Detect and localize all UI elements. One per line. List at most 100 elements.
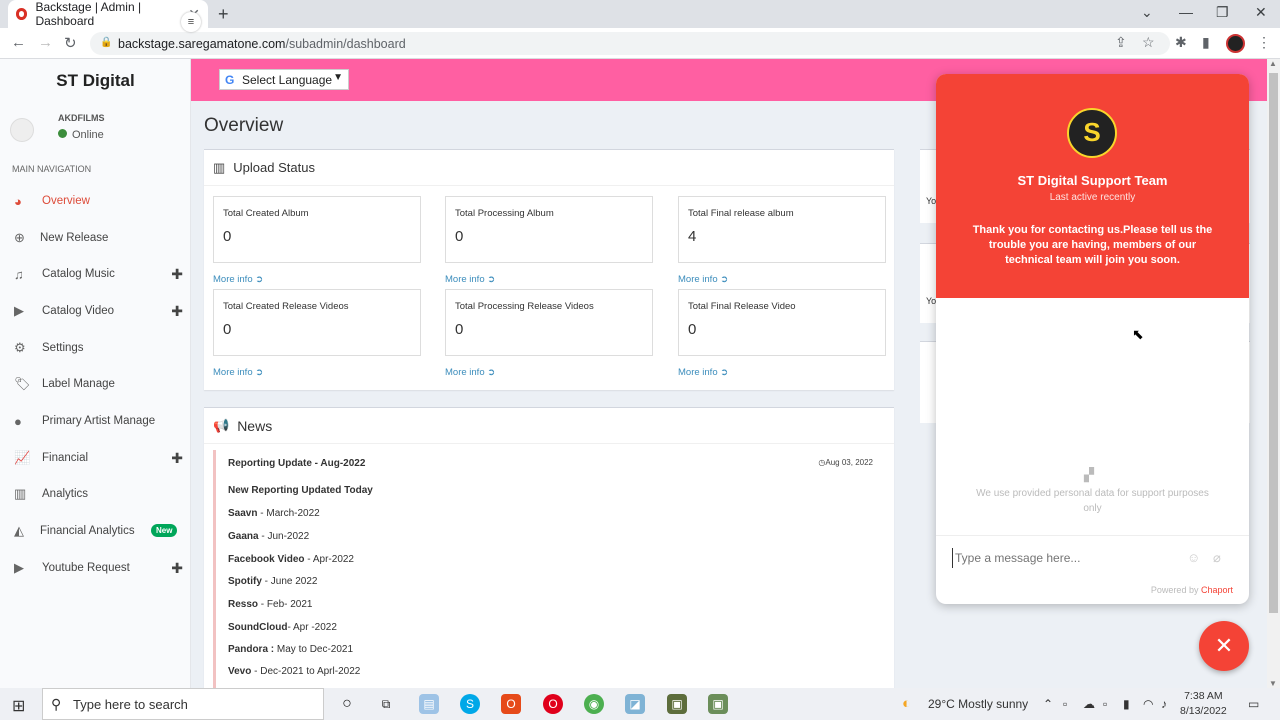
tray-app-icon[interactable]: ▫: [1103, 697, 1107, 711]
sidebar-item-overview[interactable]: ◕ Overview: [0, 184, 191, 218]
language-select[interactable]: G Select Language ▼: [219, 69, 349, 90]
expand-plus-icon[interactable]: ✚: [171, 303, 183, 320]
new-tab-icon[interactable]: +: [218, 4, 229, 25]
maximize-icon[interactable]: ❐: [1216, 4, 1229, 21]
music-icon: ♫: [14, 266, 24, 282]
task-view-icon[interactable]: ⧉: [376, 694, 396, 714]
extensions-icon[interactable]: ✱: [1175, 34, 1187, 51]
scroll-up-icon[interactable]: ▲: [1269, 59, 1277, 68]
more-info-link[interactable]: More info ➲: [213, 367, 263, 378]
news-platform: Facebook Video: [228, 554, 305, 565]
bullhorn-icon: 📢: [213, 417, 230, 433]
back-icon[interactable]: ←: [11, 34, 26, 51]
news-title: News: [237, 417, 273, 434]
stat-label: Total Processing Release Videos: [455, 301, 594, 312]
sidebar-item-financial[interactable]: 📈 Financial ✚: [0, 441, 191, 475]
news-line: Facebook Video - Apr-2022: [228, 554, 354, 565]
sidebar-item-label: Youtube Request: [42, 562, 130, 574]
news-separator: -: [261, 576, 271, 587]
volume-icon[interactable]: ♪: [1161, 697, 1167, 711]
sidebar-item-catalog-video[interactable]: ▶ Catalog Video ✚: [0, 294, 191, 328]
bar-chart-icon: ▥: [14, 486, 27, 501]
url-path: /subadmin/dashboard: [285, 37, 406, 51]
tab-search-icon[interactable]: ⌄: [1141, 4, 1153, 21]
reload-icon[interactable]: ↻: [64, 34, 77, 52]
tray-chevron-icon[interactable]: ⌃: [1043, 697, 1053, 711]
app-icon[interactable]: ▣: [667, 694, 687, 714]
news-platform: Gaana: [228, 531, 259, 542]
wifi-icon[interactable]: ◠: [1143, 697, 1153, 711]
upload-status-header: ▥ Upload Status: [204, 150, 894, 186]
sidebar-item-label-manage[interactable]: 🏷 Label Manage: [0, 367, 191, 401]
skype-icon[interactable]: S: [460, 694, 480, 714]
news-period: May to Dec-2021: [276, 644, 354, 655]
page-title: Overview: [204, 115, 284, 136]
cortana-icon[interactable]: ○: [337, 694, 357, 714]
windows-start-icon[interactable]: ⊞: [12, 696, 25, 716]
profile-avatar[interactable]: [1226, 34, 1245, 53]
sidebar-item-analytics[interactable]: ▥ Analytics: [0, 477, 191, 511]
sidebar-item-youtube-request[interactable]: ▶ Youtube Request ✚: [0, 551, 191, 585]
url-domain: backstage.saregamatone.com: [118, 37, 286, 51]
stat-card: Total Final release album 4: [678, 196, 886, 263]
sidebar-item-label: Label Manage: [42, 378, 115, 390]
more-info-link[interactable]: More info ➲: [213, 274, 263, 285]
chrome-icon[interactable]: ◉: [584, 694, 604, 714]
notification-icon[interactable]: ▭: [1248, 697, 1259, 711]
url-field[interactable]: 🔒 backstage.saregamatone.com/subadmin/da…: [90, 32, 1170, 55]
nav-section-label: MAIN NAVIGATION: [12, 164, 92, 174]
powered-by: Powered by Chaport: [1151, 585, 1233, 595]
opera-icon[interactable]: O: [543, 694, 563, 714]
news-line: Resso - Feb- 2021: [228, 599, 313, 610]
sidebar-toggle-icon[interactable]: ≡: [181, 12, 201, 32]
page-scrollbar[interactable]: ▲ ▼: [1267, 59, 1280, 688]
brand-title: ST Digital: [56, 71, 135, 90]
news-period: June 2022: [270, 576, 318, 587]
onedrive-icon[interactable]: ☁: [1083, 697, 1095, 711]
attachment-icon[interactable]: ⌀: [1213, 550, 1221, 566]
expand-plus-icon[interactable]: ✚: [171, 450, 183, 467]
taskbar-search[interactable]: ⚲ Type here to search: [42, 688, 324, 720]
more-info-link[interactable]: More info ➲: [445, 367, 495, 378]
arrow-circle-icon: ➲: [487, 274, 496, 285]
share-icon[interactable]: ⇪: [1115, 34, 1127, 51]
browser-menu-icon[interactable]: ⋮: [1257, 34, 1271, 51]
file-explorer-icon[interactable]: ▤: [419, 694, 439, 714]
app-icon[interactable]: ▣: [708, 694, 728, 714]
taskbar-clock[interactable]: 7:38 AM 8/13/2022: [1180, 689, 1227, 719]
minimize-icon[interactable]: —: [1179, 4, 1193, 20]
tray-app-icon[interactable]: ▫: [1063, 697, 1067, 711]
sidebar-item-settings[interactable]: ⚙ Settings: [0, 331, 191, 365]
user-status: Online: [58, 129, 104, 141]
app-icon[interactable]: ◪: [625, 694, 645, 714]
more-info-link[interactable]: More info ➲: [678, 367, 728, 378]
office-icon[interactable]: O: [501, 694, 521, 714]
sidebar-item-new-release[interactable]: ⊕ New Release: [0, 221, 191, 255]
news-platform: SoundCloud: [228, 622, 288, 633]
dashboard-icon: ◕: [14, 193, 22, 209]
sidebar-item-catalog-music[interactable]: ♫ Catalog Music ✚: [0, 257, 191, 291]
chat-message-input[interactable]: [952, 548, 1172, 568]
bookmark-star-icon[interactable]: ☆: [1142, 34, 1155, 51]
sidebar-item-label: New Release: [40, 232, 109, 244]
more-info-link[interactable]: More info ➲: [445, 274, 495, 285]
weather-text[interactable]: 29°C Mostly sunny: [928, 697, 1028, 711]
battery-icon[interactable]: ▮: [1123, 697, 1130, 711]
windows-taskbar: ⊞ ⚲ Type here to search ○ ⧉ ▤ S O O ◉ ◪ ▣…: [0, 688, 1280, 720]
sidebar-item-primary-artist[interactable]: ● Primary Artist Manage: [0, 404, 191, 438]
stat-label: Total Final release album: [688, 208, 794, 219]
powered-brand-link[interactable]: Chaport: [1201, 585, 1233, 595]
chat-close-button[interactable]: ✕: [1199, 621, 1249, 671]
side-panel-icon[interactable]: ▮: [1202, 34, 1210, 51]
expand-plus-icon[interactable]: ✚: [171, 266, 183, 283]
close-window-icon[interactable]: ✕: [1255, 4, 1267, 21]
more-info-link[interactable]: More info ➲: [678, 274, 728, 285]
browser-tab[interactable]: Backstage | Admin | Dashboard ✕: [8, 0, 208, 28]
more-info-label: More info: [445, 367, 485, 378]
scrollbar-thumb[interactable]: [1269, 73, 1278, 613]
sidebar-item-financial-analytics[interactable]: ◭ Financial Analytics New: [0, 514, 191, 548]
expand-plus-icon[interactable]: ✚: [171, 560, 183, 577]
emoji-icon[interactable]: ☺: [1187, 550, 1200, 565]
scroll-down-icon[interactable]: ▼: [1269, 679, 1277, 688]
forward-icon[interactable]: →: [38, 34, 53, 51]
